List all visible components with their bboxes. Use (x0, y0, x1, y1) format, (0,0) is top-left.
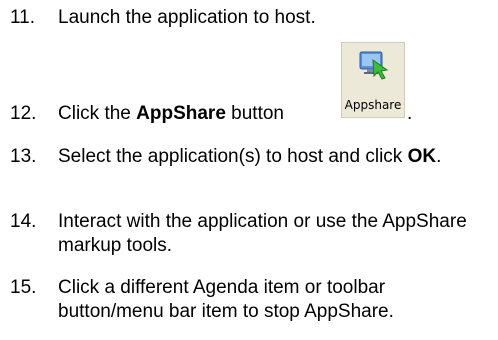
step-14: 14. Interact with the application or use… (0, 210, 490, 260)
step-text-segment: Select the application(s) to host and cl… (58, 146, 408, 167)
step-number: 15. (10, 277, 37, 298)
ok-reference: OK (407, 146, 437, 167)
step-number: 12. (10, 103, 37, 124)
step-text: Click the AppShare button (58, 102, 490, 126)
step-number: 14. (10, 211, 37, 232)
step-text: Select the application(s) to host and cl… (58, 145, 490, 169)
step-text-segment: Click the (58, 103, 137, 124)
monitor-with-arrow-icon (359, 51, 389, 80)
appshare-reference: AppShare (136, 103, 226, 124)
step-text-segment: . (436, 146, 442, 167)
step-text: Interact with the application or use the… (58, 211, 467, 256)
step-13: 13. Select the application(s) to host an… (0, 145, 490, 195)
step-15: 15. Click a different Agenda item or too… (0, 276, 490, 326)
step-text: Click a different Agenda item or toolbar… (58, 277, 394, 322)
step-number: 13. (10, 146, 37, 167)
step-text-segment: button (225, 103, 284, 124)
step-text: Launch the application to host. (58, 7, 316, 28)
step-number: 11. (10, 7, 36, 28)
step-end-period: . (407, 103, 413, 124)
